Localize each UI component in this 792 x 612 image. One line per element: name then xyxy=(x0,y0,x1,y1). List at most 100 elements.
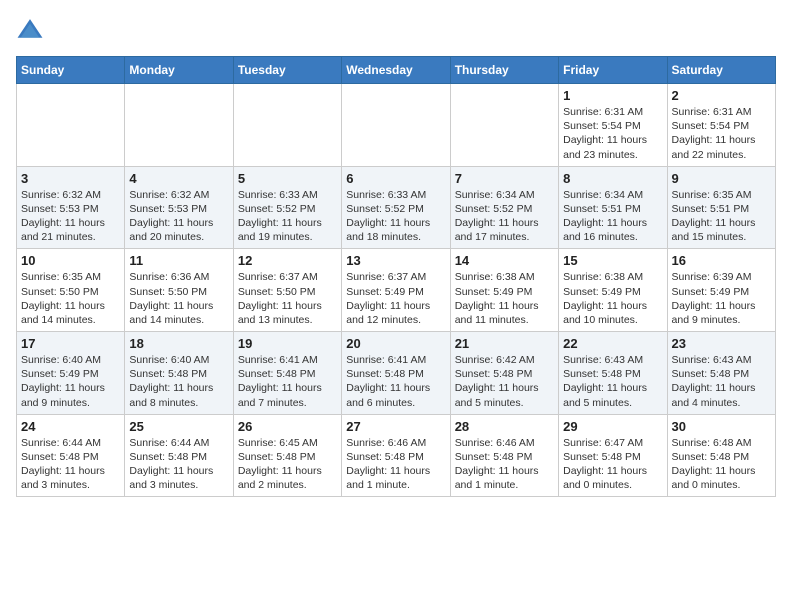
calendar-cell: 7 Sunrise: 6:34 AM Sunset: 5:52 PM Daylig… xyxy=(450,166,558,249)
calendar-cell: 6 Sunrise: 6:33 AM Sunset: 5:52 PM Daylig… xyxy=(342,166,450,249)
calendar-cell: 28 Sunrise: 6:46 AM Sunset: 5:48 PM Dayli… xyxy=(450,414,558,497)
weekday-header: Monday xyxy=(125,57,233,84)
day-number: 12 xyxy=(238,253,337,268)
day-info: Sunrise: 6:40 AM Sunset: 5:48 PM Dayligh… xyxy=(129,353,228,410)
day-info: Sunrise: 6:37 AM Sunset: 5:49 PM Dayligh… xyxy=(346,270,445,327)
day-info: Sunrise: 6:35 AM Sunset: 5:50 PM Dayligh… xyxy=(21,270,120,327)
calendar-cell xyxy=(342,84,450,167)
day-info: Sunrise: 6:38 AM Sunset: 5:49 PM Dayligh… xyxy=(455,270,554,327)
day-number: 13 xyxy=(346,253,445,268)
calendar-cell: 23 Sunrise: 6:43 AM Sunset: 5:48 PM Dayli… xyxy=(667,332,775,415)
calendar-cell: 4Sunrise: 6:32 AM Sunset: 5:53 PM Daylig… xyxy=(125,166,233,249)
day-number: 24 xyxy=(21,419,120,434)
day-number: 7 xyxy=(455,171,554,186)
weekday-header: Wednesday xyxy=(342,57,450,84)
day-info: Sunrise: 6:34 AM Sunset: 5:52 PM Dayligh… xyxy=(455,188,554,245)
day-number: 6 xyxy=(346,171,445,186)
calendar-cell: 27 Sunrise: 6:46 AM Sunset: 5:48 PM Dayli… xyxy=(342,414,450,497)
day-number: 14 xyxy=(455,253,554,268)
day-number: 23 xyxy=(672,336,771,351)
day-number: 27 xyxy=(346,419,445,434)
day-info: Sunrise: 6:33 AM Sunset: 5:52 PM Dayligh… xyxy=(238,188,337,245)
day-number: 28 xyxy=(455,419,554,434)
day-info: Sunrise: 6:41 AM Sunset: 5:48 PM Dayligh… xyxy=(346,353,445,410)
weekday-header-row: SundayMondayTuesdayWednesdayThursdayFrid… xyxy=(17,57,776,84)
day-number: 21 xyxy=(455,336,554,351)
day-number: 29 xyxy=(563,419,662,434)
day-number: 20 xyxy=(346,336,445,351)
calendar-cell: 22Sunrise: 6:43 AM Sunset: 5:48 PM Dayli… xyxy=(559,332,667,415)
day-info: Sunrise: 6:34 AM Sunset: 5:51 PM Dayligh… xyxy=(563,188,662,245)
day-info: Sunrise: 6:46 AM Sunset: 5:48 PM Dayligh… xyxy=(346,436,445,493)
day-info: Sunrise: 6:44 AM Sunset: 5:48 PM Dayligh… xyxy=(129,436,228,493)
calendar-cell: 9 Sunrise: 6:35 AM Sunset: 5:51 PM Daylig… xyxy=(667,166,775,249)
day-number: 2 xyxy=(672,88,771,103)
calendar-table: SundayMondayTuesdayWednesdayThursdayFrid… xyxy=(16,56,776,497)
calendar-week-row: 1 Sunrise: 6:31 AM Sunset: 5:54 PM Daylig… xyxy=(17,84,776,167)
day-number: 18 xyxy=(129,336,228,351)
calendar-cell: 8 Sunrise: 6:34 AM Sunset: 5:51 PM Daylig… xyxy=(559,166,667,249)
calendar-week-row: 17 Sunrise: 6:40 AM Sunset: 5:49 PM Dayli… xyxy=(17,332,776,415)
calendar-cell: 15Sunrise: 6:38 AM Sunset: 5:49 PM Dayli… xyxy=(559,249,667,332)
weekday-header: Thursday xyxy=(450,57,558,84)
calendar-cell xyxy=(233,84,341,167)
calendar-cell xyxy=(17,84,125,167)
day-info: Sunrise: 6:39 AM Sunset: 5:49 PM Dayligh… xyxy=(672,270,771,327)
day-number: 16 xyxy=(672,253,771,268)
day-number: 4 xyxy=(129,171,228,186)
day-number: 19 xyxy=(238,336,337,351)
day-number: 26 xyxy=(238,419,337,434)
day-info: Sunrise: 6:42 AM Sunset: 5:48 PM Dayligh… xyxy=(455,353,554,410)
day-number: 1 xyxy=(563,88,662,103)
calendar-cell: 3 Sunrise: 6:32 AM Sunset: 5:53 PM Daylig… xyxy=(17,166,125,249)
day-number: 8 xyxy=(563,171,662,186)
weekday-header: Saturday xyxy=(667,57,775,84)
calendar-cell: 10 Sunrise: 6:35 AM Sunset: 5:50 PM Dayli… xyxy=(17,249,125,332)
weekday-header: Sunday xyxy=(17,57,125,84)
calendar-week-row: 24 Sunrise: 6:44 AM Sunset: 5:48 PM Dayli… xyxy=(17,414,776,497)
calendar-cell: 25Sunrise: 6:44 AM Sunset: 5:48 PM Dayli… xyxy=(125,414,233,497)
day-info: Sunrise: 6:36 AM Sunset: 5:50 PM Dayligh… xyxy=(129,270,228,327)
day-number: 17 xyxy=(21,336,120,351)
calendar-cell: 29 Sunrise: 6:47 AM Sunset: 5:48 PM Dayli… xyxy=(559,414,667,497)
logo xyxy=(16,16,48,44)
calendar-cell: 5 Sunrise: 6:33 AM Sunset: 5:52 PM Daylig… xyxy=(233,166,341,249)
day-info: Sunrise: 6:33 AM Sunset: 5:52 PM Dayligh… xyxy=(346,188,445,245)
day-number: 11 xyxy=(129,253,228,268)
calendar-cell: 24 Sunrise: 6:44 AM Sunset: 5:48 PM Dayli… xyxy=(17,414,125,497)
day-info: Sunrise: 6:31 AM Sunset: 5:54 PM Dayligh… xyxy=(563,105,662,162)
calendar-cell: 12 Sunrise: 6:37 AM Sunset: 5:50 PM Dayli… xyxy=(233,249,341,332)
day-info: Sunrise: 6:48 AM Sunset: 5:48 PM Dayligh… xyxy=(672,436,771,493)
calendar-cell: 13 Sunrise: 6:37 AM Sunset: 5:49 PM Dayli… xyxy=(342,249,450,332)
day-info: Sunrise: 6:47 AM Sunset: 5:48 PM Dayligh… xyxy=(563,436,662,493)
day-info: Sunrise: 6:40 AM Sunset: 5:49 PM Dayligh… xyxy=(21,353,120,410)
calendar-cell: 30 Sunrise: 6:48 AM Sunset: 5:48 PM Dayli… xyxy=(667,414,775,497)
day-info: Sunrise: 6:43 AM Sunset: 5:48 PM Dayligh… xyxy=(563,353,662,410)
day-number: 30 xyxy=(672,419,771,434)
day-number: 15 xyxy=(563,253,662,268)
weekday-header: Friday xyxy=(559,57,667,84)
day-number: 10 xyxy=(21,253,120,268)
day-info: Sunrise: 6:44 AM Sunset: 5:48 PM Dayligh… xyxy=(21,436,120,493)
day-number: 3 xyxy=(21,171,120,186)
day-info: Sunrise: 6:32 AM Sunset: 5:53 PM Dayligh… xyxy=(21,188,120,245)
calendar-week-row: 10 Sunrise: 6:35 AM Sunset: 5:50 PM Dayli… xyxy=(17,249,776,332)
day-number: 9 xyxy=(672,171,771,186)
calendar-cell: 2Sunrise: 6:31 AM Sunset: 5:54 PM Daylig… xyxy=(667,84,775,167)
logo-icon xyxy=(16,16,44,44)
day-info: Sunrise: 6:46 AM Sunset: 5:48 PM Dayligh… xyxy=(455,436,554,493)
calendar-cell: 1 Sunrise: 6:31 AM Sunset: 5:54 PM Daylig… xyxy=(559,84,667,167)
day-number: 5 xyxy=(238,171,337,186)
day-info: Sunrise: 6:37 AM Sunset: 5:50 PM Dayligh… xyxy=(238,270,337,327)
day-info: Sunrise: 6:43 AM Sunset: 5:48 PM Dayligh… xyxy=(672,353,771,410)
weekday-header: Tuesday xyxy=(233,57,341,84)
calendar-week-row: 3 Sunrise: 6:32 AM Sunset: 5:53 PM Daylig… xyxy=(17,166,776,249)
calendar-cell: 20 Sunrise: 6:41 AM Sunset: 5:48 PM Dayli… xyxy=(342,332,450,415)
calendar-cell: 14 Sunrise: 6:38 AM Sunset: 5:49 PM Dayli… xyxy=(450,249,558,332)
calendar-cell: 16 Sunrise: 6:39 AM Sunset: 5:49 PM Dayli… xyxy=(667,249,775,332)
calendar-cell: 21 Sunrise: 6:42 AM Sunset: 5:48 PM Dayli… xyxy=(450,332,558,415)
calendar-cell: 18 Sunrise: 6:40 AM Sunset: 5:48 PM Dayli… xyxy=(125,332,233,415)
day-info: Sunrise: 6:35 AM Sunset: 5:51 PM Dayligh… xyxy=(672,188,771,245)
calendar-cell: 26Sunrise: 6:45 AM Sunset: 5:48 PM Dayli… xyxy=(233,414,341,497)
calendar-cell xyxy=(450,84,558,167)
